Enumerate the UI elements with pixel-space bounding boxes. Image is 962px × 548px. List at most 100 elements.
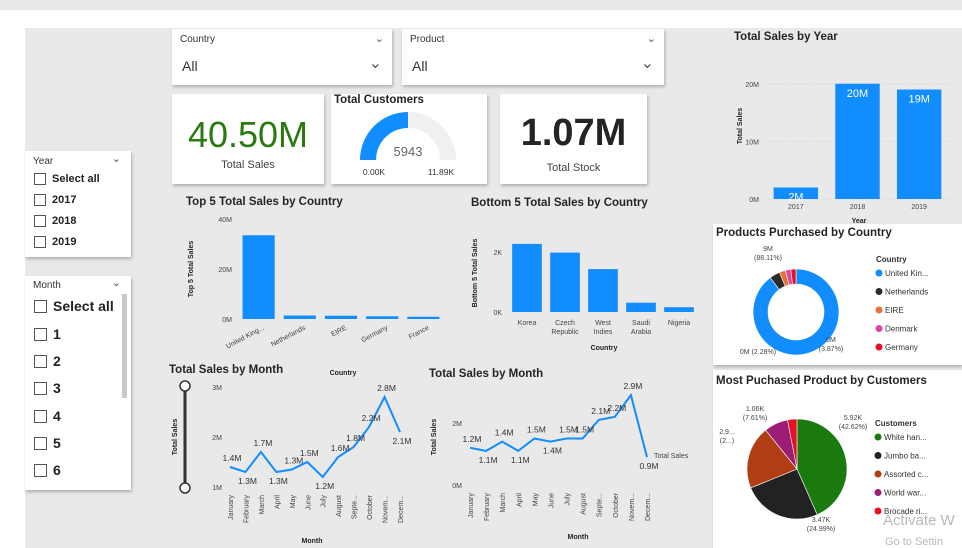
chart-products-by-country: Products Purchased by Country Country Uni… xyxy=(713,224,962,365)
legend-marker xyxy=(875,288,883,295)
chart-products-by-country-svg: Country United Kin... Netherlands EIRE Denma… xyxy=(740,246,929,356)
data-label: 1.8M xyxy=(346,433,365,443)
year-option[interactable]: 2017 xyxy=(34,194,76,206)
x-tick-label: Novem... xyxy=(629,493,636,521)
series-line xyxy=(229,394,401,479)
checkbox[interactable] xyxy=(34,236,46,248)
chart-bottom5-country-svg: 0K 2K Korea Czech Republic West Indies Saudi Ara… xyxy=(472,239,694,352)
y-tick-label: 1M xyxy=(212,485,222,492)
bar xyxy=(242,235,275,319)
country-filter-value[interactable]: All xyxy=(182,58,198,74)
y-tick-label: 0M xyxy=(749,197,759,204)
bar xyxy=(512,243,542,312)
data-label: 3.47K xyxy=(812,517,831,524)
month-option[interactable]: 5 xyxy=(34,435,61,451)
y-tick-label: 3M xyxy=(212,385,222,392)
data-label: 5.92K xyxy=(844,415,863,422)
x-axis-title: Month xyxy=(568,534,589,541)
data-label: (3.87%) xyxy=(819,346,844,353)
data-label: (42.62%) xyxy=(839,424,867,431)
bar xyxy=(626,302,656,312)
year-slicer-label: Year xyxy=(33,156,54,167)
data-label: 1.06K xyxy=(746,406,765,413)
range-slider-handle xyxy=(179,380,191,392)
month-option[interactable]: 1 xyxy=(34,326,61,342)
month-option[interactable]: 2 xyxy=(34,353,61,369)
month-option[interactable]: 6 xyxy=(34,462,61,478)
month-option-label: 3 xyxy=(53,380,61,396)
bar xyxy=(835,83,880,199)
month-slicer-label: Month xyxy=(33,280,61,291)
checkbox[interactable] xyxy=(34,436,47,450)
y-axis-title: Top 5 Total Sales xyxy=(188,241,195,298)
x-tick-label: EIRE xyxy=(330,324,348,338)
checkbox[interactable] xyxy=(34,194,46,206)
chevron-down-icon[interactable]: ⌄ xyxy=(375,32,384,45)
x-tick-label: February xyxy=(484,493,491,522)
gauge-min: 0.00K xyxy=(363,167,386,177)
data-label: 1.2M xyxy=(315,481,334,491)
month-option-label: 2 xyxy=(53,353,61,369)
data-label: (24.99%) xyxy=(807,526,835,533)
month-slicer: Month ⌄ Select all 1 2 3 4 5 6 xyxy=(25,276,131,490)
data-label: 2.8M xyxy=(377,383,396,393)
checkbox[interactable] xyxy=(34,409,47,423)
chevron-down-icon[interactable]: ⌄ xyxy=(112,276,121,289)
gauge-value: 5943 xyxy=(394,144,423,159)
y-axis-title: Bottom 5 Total Sales xyxy=(472,239,479,308)
chart-bottom5-country: Bottom 5 Total Sales by Country 0K 2K Kore… xyxy=(460,192,710,352)
month-option[interactable]: Select all xyxy=(34,298,114,314)
month-option-label: 5 xyxy=(53,435,61,451)
legend-label: United Kin... xyxy=(885,269,929,278)
y-tick-label: 20M xyxy=(218,267,232,274)
chevron-down-icon[interactable]: ⌄ xyxy=(647,32,656,45)
y-tick-label: 2K xyxy=(493,250,502,257)
data-label: 1.2M xyxy=(463,434,482,444)
bar xyxy=(283,315,316,319)
data-label: 1.4M xyxy=(543,446,562,456)
checkbox[interactable] xyxy=(34,327,47,341)
checkbox[interactable] xyxy=(34,173,46,185)
year-option[interactable]: 2018 xyxy=(34,215,76,227)
chart-sales-by-month-1-svg: 1M 2M 3M 1.4M January 1.3M February 1.7M March 1.… xyxy=(172,380,412,545)
checkbox[interactable] xyxy=(34,354,47,368)
year-option[interactable]: 2019 xyxy=(34,236,76,248)
chevron-down-icon[interactable]: ⌄ xyxy=(641,53,654,73)
data-label: 9M xyxy=(763,246,773,253)
year-option[interactable]: Select all xyxy=(34,173,100,185)
y-tick-label: 2M xyxy=(452,421,462,428)
x-tick-label: February xyxy=(243,495,250,524)
country-filter-label: Country xyxy=(180,34,216,45)
x-tick-label: October xyxy=(367,494,374,520)
checkbox[interactable] xyxy=(34,381,47,395)
kpi-total-sales-label: Total Sales xyxy=(221,159,275,171)
x-tick-label: West Indies xyxy=(594,320,613,336)
checkbox[interactable] xyxy=(34,299,47,313)
product-filter[interactable]: Product ⌄ All ⌄ xyxy=(402,29,664,85)
data-label: 2.9M xyxy=(623,381,642,391)
chart-top5-country: Top 5 Total Sales by Country 0M 20M 40M Uni… xyxy=(172,192,452,377)
data-label: 0.9M xyxy=(640,461,659,471)
x-tick-label: Septe... xyxy=(597,493,604,517)
x-tick-label: United King... xyxy=(225,325,265,351)
watermark-line2: Go to Settin xyxy=(885,536,944,548)
data-label: 1.3M xyxy=(238,476,257,486)
data-label: 2.1M xyxy=(393,436,412,446)
month-option-label: 6 xyxy=(53,462,61,478)
country-filter[interactable]: Country ⌄ All ⌄ xyxy=(172,29,392,85)
chart-sales-by-year: Total Sales by Year 0M 10M 20M 2M 2017 20M 201… xyxy=(713,28,962,225)
x-tick-label: July xyxy=(565,493,572,506)
checkbox[interactable] xyxy=(34,215,46,227)
product-filter-value[interactable]: All xyxy=(412,58,428,74)
month-option[interactable]: 4 xyxy=(34,408,61,424)
checkbox[interactable] xyxy=(34,463,47,477)
bar xyxy=(550,252,580,312)
scrollbar[interactable] xyxy=(122,294,127,398)
x-tick-label: May xyxy=(532,493,539,507)
month-option[interactable]: 3 xyxy=(34,380,61,396)
year-option-label: 2017 xyxy=(52,194,77,206)
chevron-down-icon[interactable]: ⌄ xyxy=(369,53,382,73)
legend-label: Total Sales xyxy=(654,453,689,460)
chevron-down-icon[interactable]: ⌄ xyxy=(112,152,121,165)
legend-label: Netherlands xyxy=(885,288,928,297)
